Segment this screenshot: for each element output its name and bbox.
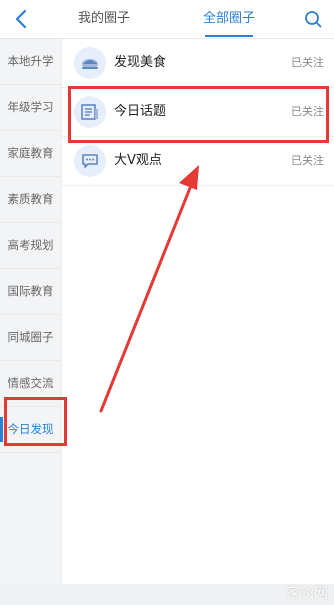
food-icon [74,47,106,79]
back-button[interactable] [8,6,34,32]
circle-name: 发现美食 [114,55,167,70]
chat-bubble-icon [74,145,106,177]
top-navigation-bar: 我的圈子 全部圈子 [0,0,334,39]
sidebar-item-label: 素质教育 [7,192,54,206]
sidebar-item-label: 年级学习 [7,100,54,114]
bottom-bar: 家长网 [0,584,334,605]
sidebar-item-label: 国际教育 [7,284,54,298]
follow-status[interactable]: 已关注 [291,88,324,136]
sidebar-item-label: 今日发现 [7,422,54,436]
sidebar-item-quality-education[interactable]: 素质教育 [0,177,61,223]
tab-all-circles[interactable]: 全部圈子 [198,0,260,38]
sidebar-item-label: 情感交流 [7,376,54,390]
circle-row-today-topic[interactable]: 今日话题 已关注 [62,88,334,137]
search-button[interactable] [302,8,324,30]
watermark: 家长网 [286,586,328,602]
circle-list: 发现美食 已关注 今日话题 已关注 大V观点 已关注 [62,39,334,186]
sidebar-item-local-admission[interactable]: 本地升学 [0,39,61,85]
sidebar-item-emotional-exchange[interactable]: 情感交流 [0,361,61,407]
category-sidebar: 本地升学 年级学习 家庭教育 素质教育 高考规划 国际教育 同城圈子 情感交流 … [0,39,62,584]
search-icon [305,11,322,28]
sidebar-item-label: 高考规划 [7,238,54,252]
circle-name: 大V观点 [114,153,162,168]
sidebar-item-college-planning[interactable]: 高考规划 [0,223,61,269]
sidebar-item-local-circles[interactable]: 同城圈子 [0,315,61,361]
follow-status[interactable]: 已关注 [291,137,324,185]
sidebar-item-label: 本地升学 [7,54,54,68]
sidebar-item-label: 家庭教育 [7,146,54,160]
circle-row-food[interactable]: 发现美食 已关注 [62,39,334,88]
sidebar-item-international-education[interactable]: 国际教育 [0,269,61,315]
circle-row-big-v-opinions[interactable]: 大V观点 已关注 [62,137,334,186]
follow-status[interactable]: 已关注 [291,39,324,87]
sidebar-item-label: 同城圈子 [7,330,54,344]
sidebar-item-grade-study[interactable]: 年级学习 [0,85,61,131]
sidebar-item-today-discovery[interactable]: 今日发现 [0,407,61,453]
active-tab-indicator [205,35,253,37]
chevron-left-icon [15,9,27,29]
active-item-marker [0,417,3,442]
news-icon [74,96,106,128]
tab-my-circles[interactable]: 我的圈子 [70,0,138,38]
sidebar-item-family-education[interactable]: 家庭教育 [0,131,61,177]
circle-name: 今日话题 [114,104,167,119]
